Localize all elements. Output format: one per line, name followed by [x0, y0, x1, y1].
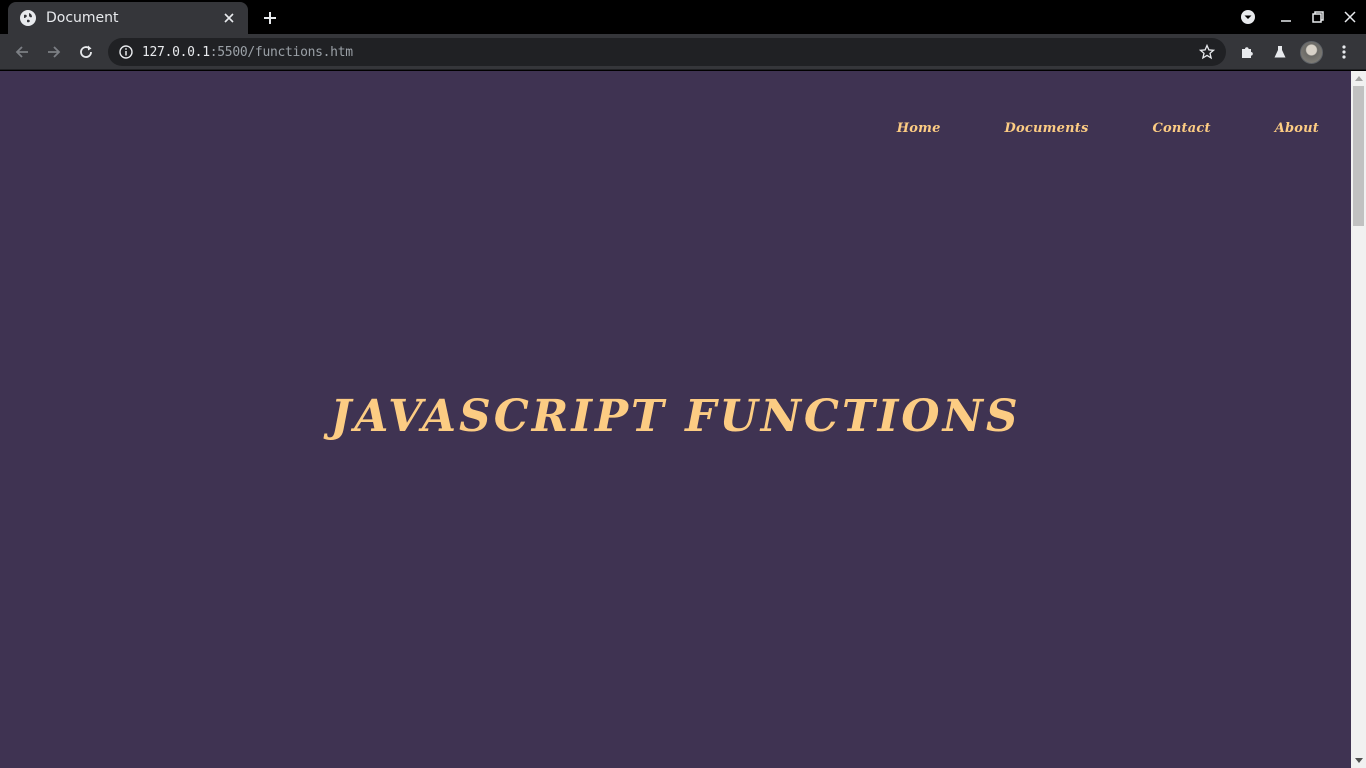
minimize-icon[interactable] [1270, 0, 1302, 34]
close-icon[interactable] [220, 9, 238, 27]
scrollbar-thumb[interactable] [1353, 86, 1364, 226]
profile-avatar[interactable] [1300, 41, 1323, 64]
scroll-up-arrow-icon[interactable] [1351, 71, 1366, 85]
globe-icon [20, 10, 36, 26]
tab-strip: Document [0, 0, 1366, 34]
browser-tab[interactable]: Document [8, 2, 248, 34]
url-path: /functions.htm [247, 44, 353, 60]
back-arrow-icon[interactable] [8, 38, 36, 66]
site-nav: Home Documents Contact About [897, 121, 1319, 136]
url-host: 127.0.0.1 [142, 44, 210, 60]
window-controls [1232, 0, 1366, 34]
new-tab-button[interactable] [258, 6, 282, 30]
nav-link-about[interactable]: About [1275, 121, 1319, 136]
extensions-puzzle-icon[interactable] [1234, 38, 1262, 66]
forward-arrow-icon[interactable] [40, 38, 68, 66]
page-viewport: Home Documents Contact About JAVASCRIPT … [0, 71, 1351, 768]
reload-icon[interactable] [72, 38, 100, 66]
restore-icon[interactable] [1302, 0, 1334, 34]
nav-link-home[interactable]: Home [897, 121, 941, 136]
tab-search-icon[interactable] [1232, 0, 1264, 34]
close-window-icon[interactable] [1334, 0, 1366, 34]
browser-toolbar: 127.0.0.1:5500/functions.htm [0, 34, 1366, 70]
kebab-menu-icon[interactable] [1330, 38, 1358, 66]
address-bar[interactable]: 127.0.0.1:5500/functions.htm [108, 38, 1226, 66]
bookmark-star-icon[interactable] [1198, 43, 1216, 61]
tab-title: Document [46, 10, 119, 26]
info-icon[interactable] [118, 44, 134, 60]
url-port: :5500 [209, 44, 248, 60]
nav-link-documents[interactable]: Documents [1005, 121, 1089, 136]
page-title: JAVASCRIPT FUNCTIONS [330, 391, 1021, 442]
vertical-scrollbar[interactable] [1351, 71, 1366, 768]
labs-flask-icon[interactable] [1266, 38, 1294, 66]
scroll-down-arrow-icon[interactable] [1351, 754, 1366, 768]
url-text: 127.0.0.1:5500/functions.htm [142, 45, 353, 60]
nav-link-contact[interactable]: Contact [1152, 121, 1210, 136]
